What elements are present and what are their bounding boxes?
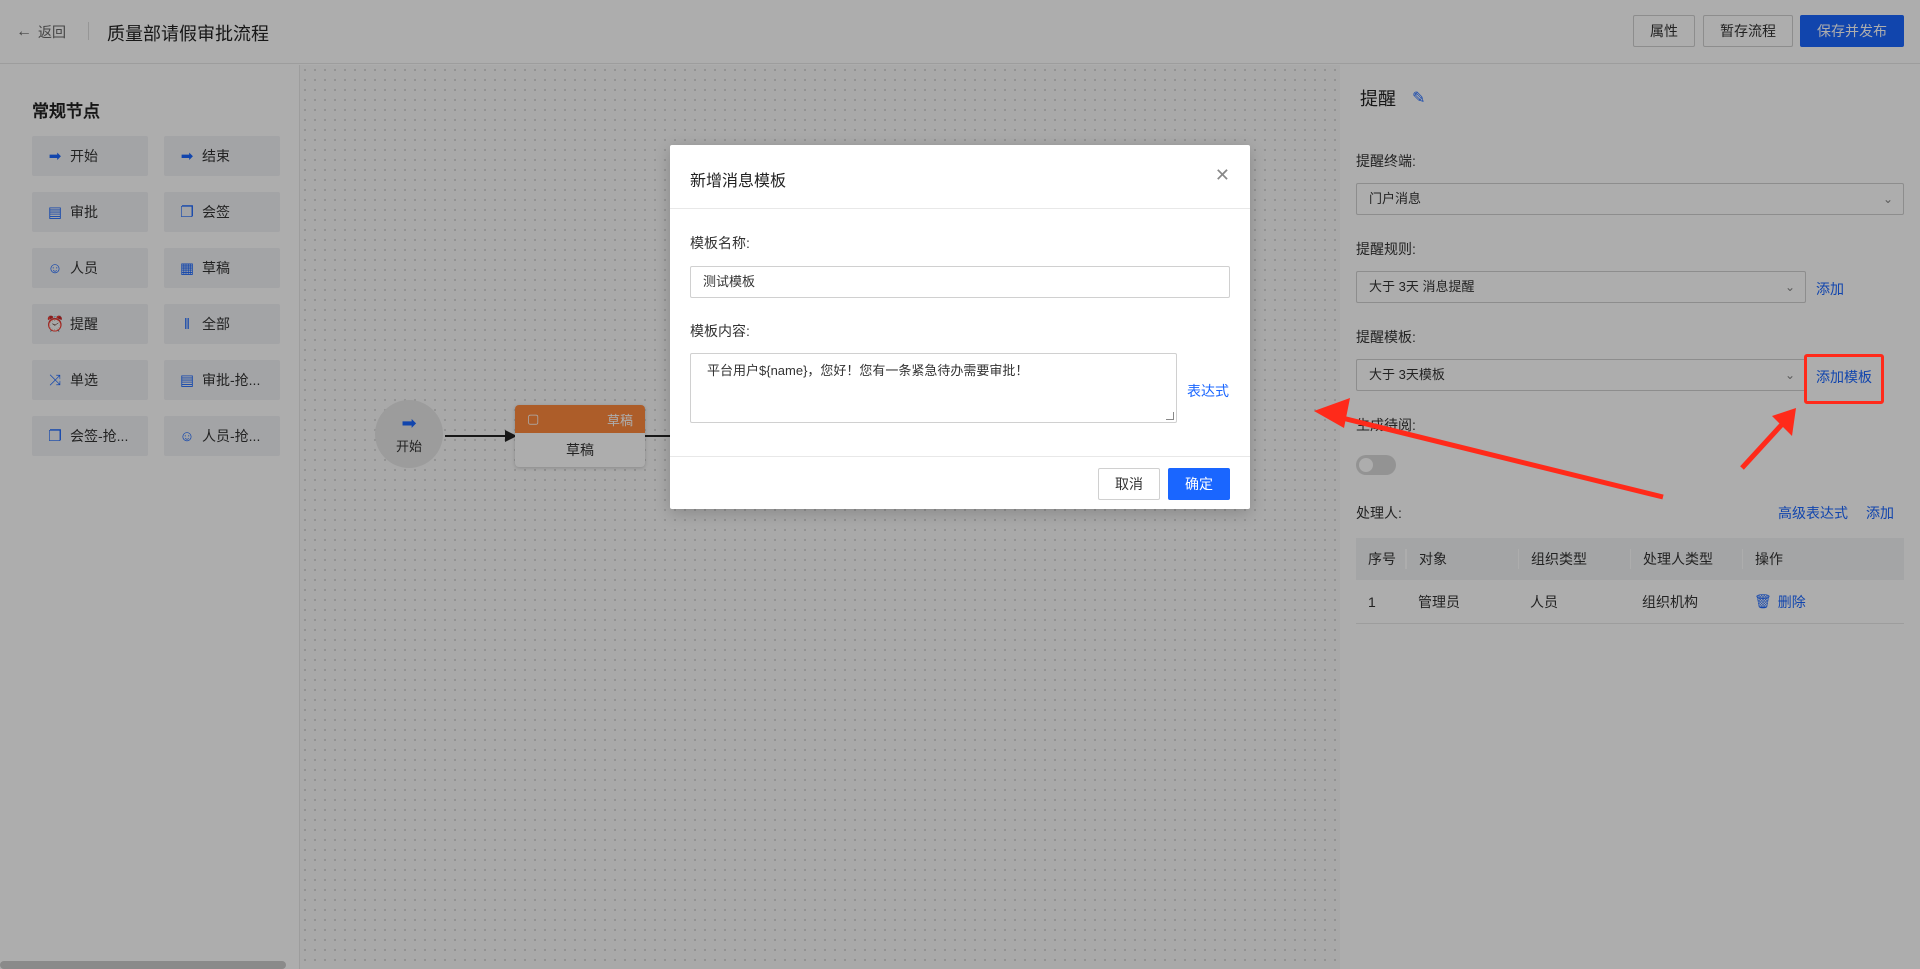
annotation-highlight-box <box>1804 354 1884 404</box>
cancel-button[interactable]: 取消 <box>1098 468 1160 500</box>
modal-header: 新增消息模板 ✕ <box>670 145 1250 209</box>
modal-footer: 取消 确定 <box>670 456 1250 509</box>
template-name-label: 模板名称: <box>690 235 750 251</box>
modal-title: 新增消息模板 <box>690 173 787 190</box>
template-content-label: 模板内容: <box>690 323 750 339</box>
confirm-button[interactable]: 确定 <box>1168 468 1230 500</box>
template-name-input[interactable]: 测试模板 <box>690 266 1230 298</box>
expression-link[interactable]: 表达式 <box>1187 381 1229 401</box>
resize-handle[interactable] <box>1166 412 1174 420</box>
template-content-text: 平台用户${name}，您好！您有一条紧急待办需要审批！ <box>707 363 1029 378</box>
new-template-modal: 新增消息模板 ✕ 模板名称: 测试模板 模板内容: 平台用户${name}，您好… <box>670 145 1250 509</box>
template-content-textarea[interactable]: 平台用户${name}，您好！您有一条紧急待办需要审批！ <box>690 353 1177 423</box>
close-icon[interactable]: ✕ <box>1215 165 1230 186</box>
